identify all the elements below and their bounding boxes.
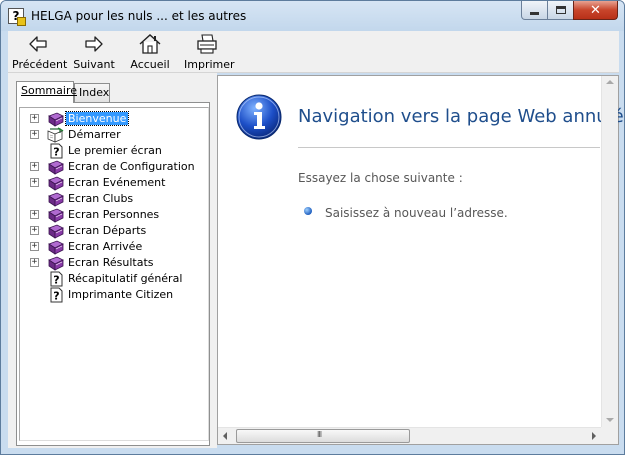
close-icon: ✕ (590, 2, 601, 18)
tab-index[interactable]: Index (74, 83, 110, 102)
expand-icon[interactable]: + (30, 258, 39, 267)
tree-item[interactable]: + Ecran Personnes (20, 207, 206, 223)
scroll-down-icon[interactable] (606, 418, 614, 422)
tree-item-label: Le premier écran (68, 144, 162, 157)
scroll-left-icon[interactable] (223, 432, 227, 440)
pane-splitter[interactable] (210, 73, 217, 448)
maximize-icon (555, 6, 566, 14)
tree-item[interactable]: ? Imprimante Citizen (20, 287, 206, 303)
expand-icon[interactable]: + (30, 242, 39, 251)
tree-item[interactable]: Ecran Clubs (20, 191, 206, 207)
print-button-label: Imprimer (184, 58, 235, 71)
book-icon (47, 111, 65, 127)
bullet-icon (304, 207, 312, 215)
tree-item[interactable]: ? Le premier écran (20, 143, 206, 159)
book-icon (47, 223, 65, 239)
forward-arrow-icon (85, 36, 103, 52)
toolbar: Précédent Suivant Accueil Imprimer (8, 31, 619, 73)
expand-icon[interactable]: + (30, 226, 39, 235)
contents-tree[interactable]: + Bienvenue + Démarrer? Le premier écran + Ecr… (19, 107, 209, 441)
tree-item-label: Ecran Clubs (68, 192, 134, 205)
book-icon (47, 255, 65, 271)
tree-item[interactable]: + Ecran Résultats (20, 255, 206, 271)
print-button[interactable]: Imprimer (184, 33, 235, 71)
suggestion-intro: Essayez la chose suivante : (298, 171, 463, 185)
home-icon (139, 34, 161, 54)
expand-icon[interactable]: + (30, 114, 39, 123)
maximize-button[interactable] (547, 1, 574, 20)
tree-item-label: Récapitulatif général (68, 272, 183, 285)
tree-item-label: Ecran Départs (68, 224, 147, 237)
tree-item-label: Bienvenue (64, 111, 130, 126)
suggestion-item: Saisissez à nouveau l’adresse. (325, 206, 508, 220)
book-icon (47, 207, 65, 223)
forward-button-label: Suivant (73, 58, 115, 71)
expand-icon[interactable]: + (30, 178, 39, 187)
help-window: ? HELGA pour les nuls ... et les autres … (0, 0, 625, 455)
tree-item[interactable]: + Démarrer (20, 127, 206, 143)
caption-buttons: ✕ (521, 1, 618, 21)
window-title: HELGA pour les nuls ... et les autres (31, 9, 247, 23)
navigation-pane: Sommaire Index + Bienvenue + Démarrer? Le pr… (8, 73, 210, 448)
title-bar[interactable]: ? HELGA pour les nuls ... et les autres … (1, 1, 624, 31)
vertical-scrollbar[interactable] (601, 76, 618, 427)
help-app-icon: ? (8, 8, 26, 26)
scroll-right-icon[interactable] (592, 432, 596, 440)
book-icon (47, 191, 65, 207)
scroll-grip-icon: III (317, 430, 322, 439)
home-button-label: Accueil (130, 58, 170, 71)
expand-icon[interactable]: + (30, 210, 39, 219)
back-arrow-icon (29, 36, 47, 52)
close-button[interactable]: ✕ (573, 1, 618, 20)
minimize-icon (530, 11, 539, 15)
back-button[interactable]: Précédent (12, 33, 68, 71)
help-page-icon: ? (47, 143, 65, 159)
tab-contents[interactable]: Sommaire (16, 81, 77, 103)
info-icon (236, 94, 282, 140)
tree-item-label: Démarrer (68, 128, 121, 141)
tree-item-label: Ecran Evénement (68, 176, 166, 189)
forward-button[interactable]: Suivant (72, 33, 116, 71)
tree-item[interactable]: ? Récapitulatif général (20, 271, 206, 287)
book-open-icon (47, 127, 65, 143)
tree-item[interactable]: + Bienvenue (20, 111, 206, 127)
book-icon (47, 239, 65, 255)
horizontal-scrollbar[interactable]: III (218, 427, 601, 444)
scroll-up-icon[interactable] (606, 80, 614, 84)
topic-content-pane: Navigation vers la page Web annulée Essa… (217, 75, 624, 445)
tree-item[interactable]: + Ecran Départs (20, 223, 206, 239)
printer-icon (197, 34, 217, 54)
horizontal-scroll-thumb[interactable]: III (236, 429, 410, 443)
svg-text:?: ? (53, 290, 59, 303)
tree-item-label: Ecran de Configuration (68, 160, 195, 173)
help-page-icon: ? (47, 271, 65, 287)
title-divider (298, 147, 600, 148)
minimize-button[interactable] (521, 1, 548, 20)
scroll-corner (601, 427, 618, 444)
svg-text:?: ? (53, 274, 59, 287)
tree-item[interactable]: + Ecran de Configuration (20, 159, 206, 175)
page-title: Navigation vers la page Web annulée (298, 106, 625, 127)
tree-item[interactable]: + Ecran Arrivée (20, 239, 206, 255)
home-button[interactable]: Accueil (130, 33, 170, 71)
tree-item[interactable]: + Ecran Evénement (20, 175, 206, 191)
svg-text:?: ? (53, 146, 59, 159)
tree-item-label: Ecran Personnes (68, 208, 160, 221)
tree-item-label: Ecran Résultats (68, 256, 154, 269)
tree-item-label: Ecran Arrivée (68, 240, 143, 253)
expand-icon[interactable]: + (30, 162, 39, 171)
expand-icon[interactable]: + (30, 130, 39, 139)
book-icon (47, 175, 65, 191)
back-button-label: Précédent (12, 58, 68, 71)
book-icon (47, 159, 65, 175)
contents-panel: + Bienvenue + Démarrer? Le premier écran + Ecr… (16, 102, 210, 446)
help-page-icon: ? (47, 287, 65, 303)
tree-item-label: Imprimante Citizen (68, 288, 174, 301)
